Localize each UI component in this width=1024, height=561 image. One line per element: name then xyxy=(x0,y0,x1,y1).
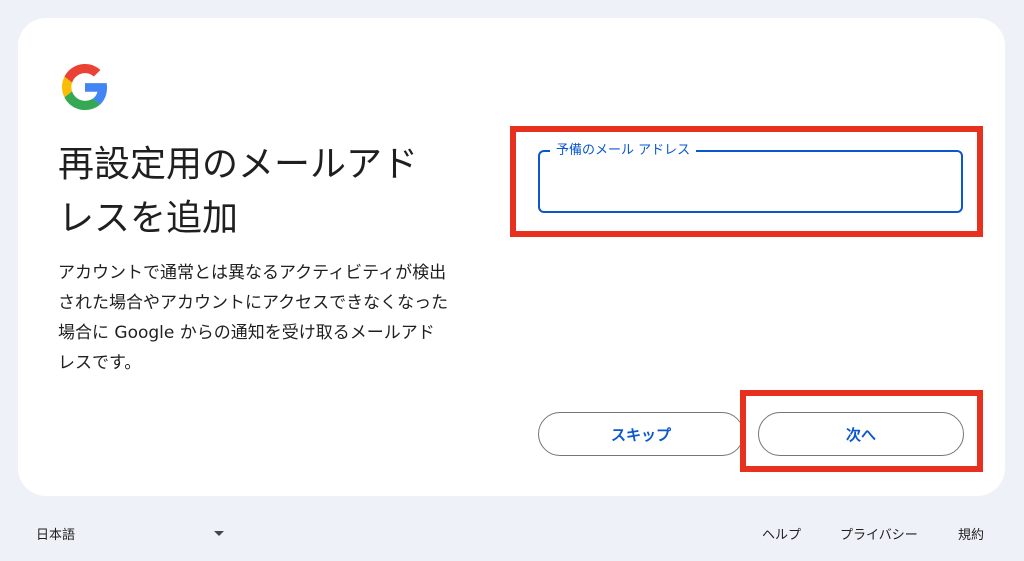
language-label: 日本語 xyxy=(36,528,76,543)
page-title: 再設定用のメールアド レスを追加 xyxy=(58,138,478,246)
title-line-2: レスを追加 xyxy=(58,198,239,239)
recovery-email-input[interactable] xyxy=(540,152,961,211)
terms-link[interactable]: 規約 xyxy=(958,524,984,543)
skip-button[interactable]: スキップ xyxy=(538,412,744,456)
help-link[interactable]: ヘルプ xyxy=(762,524,801,543)
google-logo-icon xyxy=(62,64,108,110)
caret-down-icon[interactable] xyxy=(214,531,224,536)
description-line-1: アカウントで通常とは異なるアクティビティが検出 xyxy=(58,263,447,283)
page-description: アカウントで通常とは異なるアクティビティが検出 された場合やアカウントにアクセス… xyxy=(58,258,498,378)
footer: 日本語 ヘルプ プライバシー 規約 xyxy=(0,518,1024,548)
signin-card: 再設定用のメールアド レスを追加 アカウントで通常とは異なるアクティビティが検出… xyxy=(18,18,1005,496)
recovery-email-label: 予備のメール アドレス xyxy=(550,142,697,160)
description-line-4: レスです。 xyxy=(58,353,142,373)
recovery-email-field[interactable]: 予備のメール アドレス xyxy=(538,142,963,213)
description-line-3: 場合に Google からの通知を受け取るメールアド xyxy=(58,323,435,343)
title-line-1: 再設定用のメールアド xyxy=(58,144,419,185)
highlight-box-next xyxy=(740,390,983,472)
description-line-2: された場合やアカウントにアクセスできなくなった xyxy=(58,293,449,313)
language-selector[interactable]: 日本語 xyxy=(36,524,75,543)
privacy-link[interactable]: プライバシー xyxy=(840,524,918,543)
